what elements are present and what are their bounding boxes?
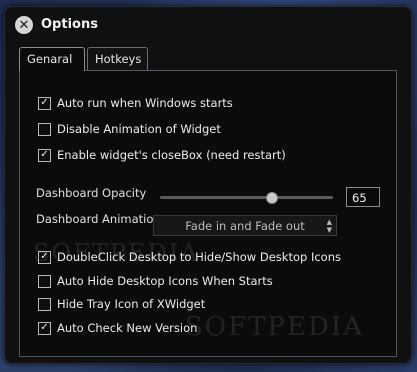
option-enable-closebox[interactable]: ✓ Enable widget's closeBox (need restart… — [38, 148, 286, 162]
animation-select[interactable]: Fade in and Fade out ▲ ▼ — [153, 215, 337, 236]
opacity-slider[interactable] — [160, 192, 333, 204]
check-icon: ✓ — [40, 149, 49, 160]
softpedia-watermark: SOFTPEDIA — [185, 312, 364, 342]
checkbox-disable-animation[interactable] — [38, 122, 51, 136]
animation-label: Dashboard Animatio — [36, 212, 154, 226]
options-window: ✕ Options Genaral Hotkeys ✓ Auto run whe… — [4, 6, 412, 364]
check-icon: ✓ — [40, 97, 49, 108]
check-icon: ✓ — [40, 322, 49, 333]
option-label: Enable widget's closeBox (need restart) — [57, 148, 286, 162]
option-auto-hide-icons[interactable]: Auto Hide Desktop Icons When Starts — [38, 274, 273, 288]
option-disable-animation[interactable]: Disable Animation of Widget — [38, 122, 221, 136]
option-auto-check-version[interactable]: ✓ Auto Check New Version — [38, 321, 197, 335]
option-label: Hide Tray Icon of XWidget — [57, 297, 206, 311]
option-hide-tray-icon[interactable]: Hide Tray Icon of XWidget — [38, 297, 205, 311]
option-label: Auto Check New Version — [57, 321, 198, 335]
checkbox-hide-tray-icon[interactable] — [38, 297, 51, 311]
title-bar[interactable]: ✕ Options — [5, 7, 411, 41]
opacity-slider-thumb[interactable] — [266, 192, 278, 204]
tab-general[interactable]: Genaral — [19, 47, 85, 71]
option-label: Auto run when Windows starts — [57, 96, 233, 110]
opacity-label: Dashboard Opacity — [36, 186, 147, 200]
window-title: Options — [41, 17, 98, 32]
opacity-value-field[interactable]: 65 — [346, 187, 380, 207]
option-auto-run[interactable]: ✓ Auto run when Windows starts — [38, 96, 233, 110]
checkbox-auto-check-version[interactable]: ✓ — [38, 321, 51, 335]
close-button[interactable]: ✕ — [15, 16, 33, 34]
checkbox-auto-run[interactable]: ✓ — [38, 96, 51, 110]
checkbox-auto-hide-icons[interactable] — [38, 274, 51, 288]
checkbox-enable-closebox[interactable]: ✓ — [38, 148, 51, 162]
option-label: Auto Hide Desktop Icons When Starts — [57, 274, 273, 288]
softpedia-watermark: SOFTPEDIA — [33, 239, 200, 267]
animation-selected-value: Fade in and Fade out — [185, 219, 305, 233]
tab-hotkeys[interactable]: Hotkeys — [87, 47, 148, 70]
updown-arrows-icon: ▲ ▼ — [326, 218, 332, 234]
option-label: Disable Animation of Widget — [57, 122, 221, 136]
close-icon: ✕ — [18, 17, 30, 33]
